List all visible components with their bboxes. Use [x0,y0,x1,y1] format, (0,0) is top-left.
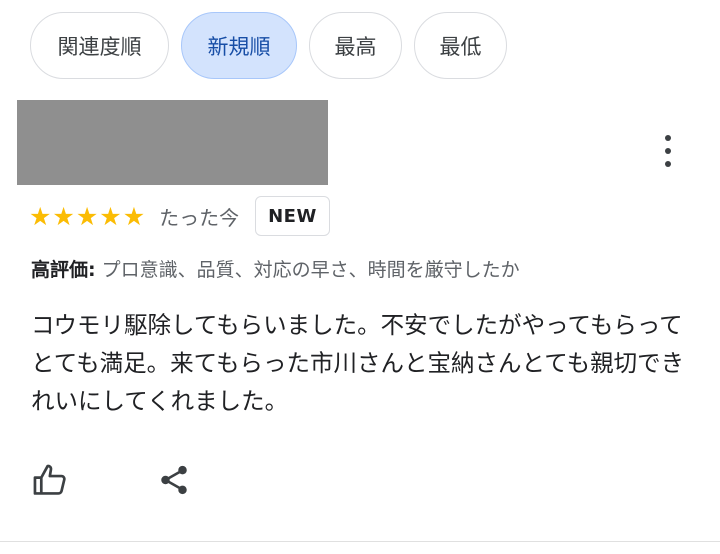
star-icon: ★ [99,201,122,231]
share-button[interactable] [154,458,194,502]
more-vert-icon [665,135,671,141]
star-rating: ★ ★ ★ ★ ★ [29,204,145,229]
review-time: たった今 [159,205,240,230]
like-button[interactable] [30,458,70,502]
sort-chip-highest[interactable]: 最高 [309,12,402,79]
sort-chip-lowest[interactable]: 最低 [414,12,507,79]
thumb-up-icon [33,464,66,495]
sort-chip-newest[interactable]: 新規順 [181,12,297,79]
rating-row: ★ ★ ★ ★ ★ たった今 NEW [29,196,330,236]
star-icon: ★ [52,201,75,231]
star-icon: ★ [122,201,146,231]
highlights-text: プロ意識、品質、対応の早さ、時間を厳守したか [95,259,520,281]
share-icon [161,465,187,495]
star-icon: ★ [75,201,99,231]
new-badge: NEW [255,196,330,236]
more-vert-icon-dot [665,148,671,154]
review-actions [30,458,194,502]
more-vert-icon-dot [665,161,671,167]
review-highlights: 高評価: プロ意識、品質、対応の早さ、時間を厳守したか [31,255,520,282]
more-options-button[interactable] [650,131,686,171]
sort-chip-relevance[interactable]: 関連度順 [30,12,169,79]
highlights-label: 高評価: [31,259,96,281]
star-icon: ★ [29,201,52,231]
divider [0,541,720,542]
review-body: コウモリ駆除してもらいました。不安でしたがやってもらってとても満足。来てもらった… [31,311,685,415]
redacted-reviewer-info [17,100,328,185]
sort-chips: 関連度順 新規順 最高 最低 [30,12,507,79]
